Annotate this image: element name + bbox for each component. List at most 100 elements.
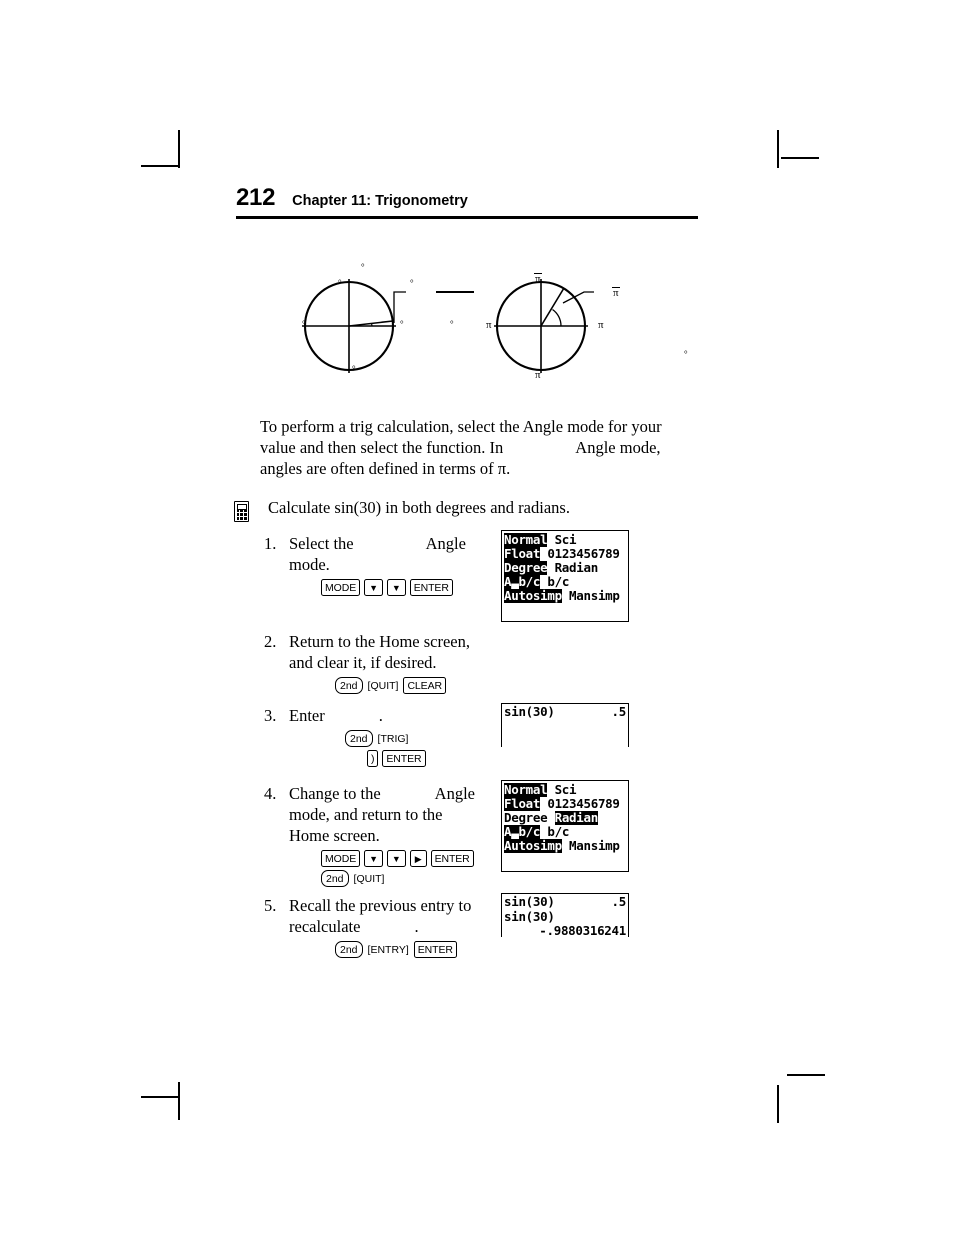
step-3-text-c: . bbox=[378, 706, 383, 725]
lcd-entry-row: sin(30) .5 bbox=[504, 704, 627, 720]
lcd-entry: sin(30) bbox=[504, 704, 555, 719]
key-enter[interactable]: ENTER bbox=[382, 750, 426, 767]
step-3-key-sequence-row1: 2nd [TRIG] bbox=[289, 730, 504, 747]
intro-line-2a: value and then select the function. In bbox=[260, 438, 504, 457]
step-4: 4. Change to the Angle mode, and return t… bbox=[264, 783, 504, 887]
step-1-body: Select the Angle mode. MODE ▼ ▼ ENTER bbox=[289, 533, 504, 596]
radian-circle-svg bbox=[494, 279, 594, 373]
radian-fraction-bottom: π bbox=[534, 360, 542, 382]
lcd-entry-row-1: sin(30) .5 bbox=[504, 894, 627, 910]
step-4-text-line3: Home screen. bbox=[289, 826, 380, 845]
step-4-text-line2: mode, and return to the bbox=[289, 805, 443, 824]
key-down-arrow[interactable]: ▼ bbox=[386, 579, 406, 596]
step-1-key-sequence: MODE ▼ ▼ ENTER bbox=[289, 579, 504, 596]
key-mode[interactable]: MODE bbox=[321, 579, 361, 596]
lcd-entry-1: sin(30) bbox=[504, 894, 555, 909]
key-enter[interactable]: ENTER bbox=[430, 850, 474, 867]
example-text: Calculate sin(30) in both degrees and ra… bbox=[268, 498, 570, 517]
header-row: 212 Chapter 11: Trigonometry bbox=[236, 186, 698, 216]
key-quit[interactable]: [QUIT] bbox=[353, 871, 386, 886]
key-entry[interactable]: [ENTRY] bbox=[367, 942, 410, 957]
key-mode[interactable]: MODE bbox=[321, 850, 361, 867]
degree-label-right: ° bbox=[400, 319, 404, 329]
key-2nd[interactable]: 2nd bbox=[335, 677, 363, 694]
degree-label-bottom: ° bbox=[352, 364, 356, 374]
step-2-text-line2: and clear it, if desired. bbox=[289, 653, 437, 672]
step-5-key-sequence: 2nd [ENTRY] ENTER bbox=[289, 941, 519, 958]
radian-label-top: π bbox=[534, 264, 542, 286]
step-2: 2. Return to the Home screen, and clear … bbox=[264, 631, 504, 694]
key-2nd[interactable]: 2nd bbox=[335, 941, 363, 958]
step-3-key-sequence-row2: ) ENTER bbox=[289, 750, 504, 767]
lcd-row-fraction: A▃b/c b/c bbox=[504, 824, 570, 839]
radian-fraction-callout: π bbox=[612, 278, 620, 300]
intro-line-1: To perform a trig calculation, select th… bbox=[260, 417, 662, 436]
degree-circle-svg bbox=[302, 279, 406, 373]
step-3-number: 3. bbox=[264, 706, 277, 725]
step-3-text-line1: Enter. bbox=[289, 705, 504, 726]
key-close-paren[interactable]: ) bbox=[367, 750, 379, 767]
step-1-text-a: Select the bbox=[289, 534, 354, 553]
step-4-key-sequence-row1: MODE ▼ ▼ ▶ ENTER bbox=[289, 850, 504, 867]
degree-label-callout: ° bbox=[410, 278, 414, 288]
lcd-row-normal-sci: Normal Sci bbox=[504, 782, 577, 797]
lcd-entry-row-2: sin(30) bbox=[504, 909, 626, 924]
key-trig[interactable]: [TRIG] bbox=[377, 731, 410, 746]
home-screen-sin30-radian: sin(30) .5 sin(30) -.9880316241 bbox=[501, 893, 629, 937]
key-down-arrow[interactable]: ▼ bbox=[364, 850, 383, 867]
lcd-row-normal-sci: Normal Sci bbox=[504, 532, 577, 547]
calculator-icon-keys bbox=[236, 509, 247, 520]
key-down-arrow[interactable]: ▼ bbox=[386, 850, 406, 867]
key-down-arrow[interactable]: ▼ bbox=[364, 579, 383, 596]
chapter-title: Chapter 11: Trigonometry bbox=[292, 193, 468, 209]
step-2-text-line1: Return to the Home screen, bbox=[289, 632, 470, 651]
key-right-arrow[interactable]: ▶ bbox=[409, 850, 427, 867]
degree-label-top-outer: ° bbox=[361, 262, 365, 272]
lcd-row-angle: Degree Radian bbox=[504, 810, 598, 825]
step-5-text-c: recalculate bbox=[289, 917, 361, 936]
key-2nd[interactable]: 2nd bbox=[321, 870, 349, 887]
lcd-row-simp: Autosimp Mansimp bbox=[504, 588, 620, 603]
step-2-body: Return to the Home screen, and clear it,… bbox=[289, 631, 504, 694]
step-1-text-b: Angle bbox=[425, 534, 466, 553]
key-enter[interactable]: ENTER bbox=[409, 579, 453, 596]
radian-angle-circle: π π π π π ° bbox=[476, 248, 706, 403]
step-4-text-b: Angle bbox=[434, 784, 475, 803]
crop-mark-top-left-horizontal bbox=[141, 165, 179, 167]
radian-label-callout: π bbox=[612, 278, 620, 300]
radian-label-right: π bbox=[598, 319, 604, 331]
step-5-text-line1: Recall the previous entry to bbox=[289, 896, 472, 915]
figure-group: ° ° ° ° ° ° ° π π π π π ° bbox=[236, 248, 706, 398]
step-2-key-sequence: 2nd [QUIT] CLEAR bbox=[289, 677, 504, 694]
step-1-text-line1: Select the Angle bbox=[289, 533, 504, 554]
step-1: 1. Select the Angle mode. MODE ▼ ▼ ENTER bbox=[264, 533, 504, 596]
degree-label-left: ° bbox=[302, 319, 306, 329]
header-divider bbox=[236, 216, 698, 219]
home-screen-sin30-degree: sin(30) .5 bbox=[501, 703, 629, 747]
crop-mark-bottom-left-horizontal bbox=[141, 1096, 179, 1098]
key-clear[interactable]: CLEAR bbox=[403, 677, 446, 694]
lcd-row-float: Float 0123456789 bbox=[504, 546, 620, 561]
example-heading: Calculate sin(30) in both degrees and ra… bbox=[234, 498, 694, 522]
degree-callout-rule bbox=[436, 291, 474, 293]
step-3-text-a: Enter bbox=[289, 706, 325, 725]
key-2nd[interactable]: 2nd bbox=[345, 730, 373, 747]
intro-line-2: value and then select the function. In An… bbox=[260, 437, 692, 458]
radian-label-far-right: ° bbox=[684, 349, 688, 359]
step-5-body: Recall the previous entry to recalculate… bbox=[289, 895, 519, 958]
page-number: 212 bbox=[236, 184, 276, 211]
intro-line-3: angles are often defined in terms of π. bbox=[260, 459, 511, 478]
crop-mark-top-right-vertical bbox=[777, 130, 779, 168]
step-5-text-d: . bbox=[414, 917, 419, 936]
crop-mark-top-right-horizontal bbox=[781, 157, 819, 159]
step-3-body: Enter. 2nd [TRIG] ) ENTER bbox=[289, 705, 504, 767]
lcd-result-1: .5 bbox=[611, 894, 627, 909]
key-quit[interactable]: [QUIT] bbox=[367, 678, 400, 693]
key-enter[interactable]: ENTER bbox=[413, 941, 457, 958]
lcd-result-row-2: -.9880316241 bbox=[539, 922, 626, 937]
lcd-row-fraction: A▃b/c b/c bbox=[504, 574, 570, 589]
crop-mark-bottom-right-horizontal bbox=[787, 1074, 825, 1076]
lcd-result: .5 bbox=[611, 704, 627, 719]
crop-mark-top-left-vertical bbox=[178, 130, 180, 168]
step-4-text-a: Change to the bbox=[289, 784, 381, 803]
